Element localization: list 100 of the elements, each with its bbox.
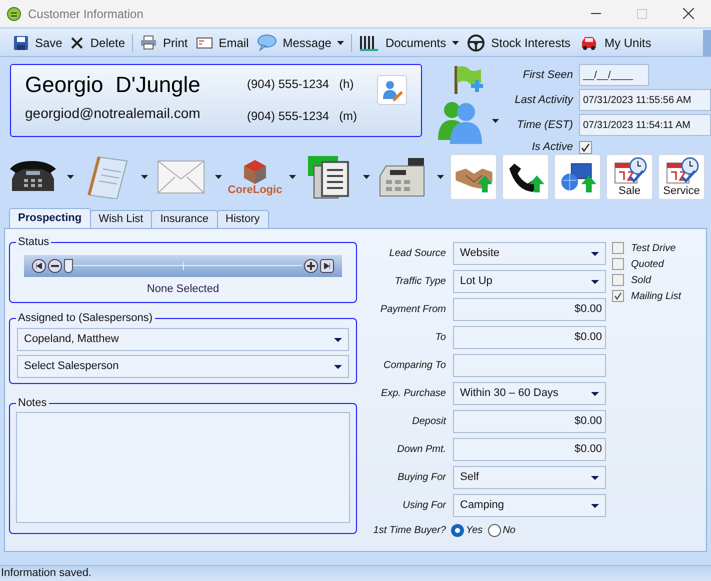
- toolbar-button[interactable]: Email: [192, 30, 252, 54]
- phone-number: (904) 555-1234: [247, 108, 330, 125]
- toolbar-button[interactable]: Documents: [356, 30, 462, 54]
- active-checkbox[interactable]: [579, 140, 592, 154]
- dropdown-field[interactable]: Within 30 – 60 Days: [453, 382, 606, 405]
- amount-field[interactable]: $0.00: [453, 298, 606, 321]
- field-label: Lead Source: [388, 247, 446, 261]
- field-label: 1st Time Buyer?: [372, 524, 446, 538]
- checkbox-label: Quoted: [631, 258, 664, 272]
- binder-icon: [359, 34, 380, 52]
- action-button[interactable]: [502, 154, 549, 200]
- tab[interactable]: History: [216, 210, 269, 228]
- caret-icon: [591, 504, 599, 508]
- group-title: Status: [16, 234, 52, 250]
- checkbox-label: Test Drive: [631, 242, 676, 256]
- radio-button[interactable]: [451, 524, 464, 537]
- checkbox[interactable]: [612, 242, 624, 254]
- action-button[interactable]: Service: [658, 154, 705, 200]
- salesperson-select[interactable]: Select Salesperson: [17, 355, 349, 378]
- caret-icon: [215, 175, 222, 179]
- radio-button[interactable]: [488, 524, 501, 537]
- checkbox-label: Mailing List: [631, 290, 682, 304]
- phone-number: (904) 555-1234: [247, 76, 330, 93]
- text-field[interactable]: [453, 354, 606, 377]
- app-logo-icon: [7, 6, 21, 20]
- date-field[interactable]: __/__/____: [579, 64, 649, 86]
- maximize-icon: [637, 8, 647, 18]
- notebook-icon: [85, 155, 129, 199]
- edit-contact-button[interactable]: [377, 75, 407, 105]
- dropdown-field[interactable]: Website: [453, 242, 606, 265]
- toolbar-button[interactable]: Print: [137, 30, 191, 54]
- first-icon: [36, 263, 42, 269]
- tab[interactable]: Wish List: [90, 210, 152, 228]
- toolbar-button[interactable]: Message: [254, 30, 348, 54]
- date-field[interactable]: 07/31/2023 11:55:56 AM: [579, 89, 711, 111]
- envelope-icon: [157, 160, 205, 194]
- tab[interactable]: Prospecting: [9, 208, 91, 228]
- amount-field[interactable]: $0.00: [453, 326, 606, 349]
- checkbox[interactable]: [612, 258, 624, 270]
- field-label: Buying For: [396, 471, 446, 485]
- caret-icon: [591, 280, 599, 284]
- radio-label: Yes: [466, 524, 483, 538]
- radio-label: No: [502, 524, 516, 538]
- action-button[interactable]: Sale: [606, 154, 653, 200]
- field-label: Down Pmt.: [396, 443, 446, 457]
- status-slider[interactable]: [24, 255, 342, 277]
- customer-email: georgiod@notrealemail.com: [25, 104, 202, 123]
- documents-icon: [306, 154, 352, 200]
- dropdown-field[interactable]: Lot Up: [453, 270, 606, 293]
- minimize-icon: [591, 13, 601, 14]
- caret-icon: [591, 252, 599, 256]
- amount-field[interactable]: $0.00: [453, 410, 606, 433]
- checkbox-label: Sold: [631, 274, 652, 288]
- caret-icon: [363, 175, 370, 179]
- calendar-clock-icon: [612, 157, 646, 185]
- slider-thumb[interactable]: [64, 259, 73, 273]
- caret-icon: [334, 338, 342, 342]
- caret-icon: [289, 175, 296, 179]
- calendar-clock-icon: [664, 157, 698, 185]
- close-icon: [682, 8, 694, 19]
- dropdown-field[interactable]: Camping: [453, 494, 606, 517]
- date-field[interactable]: 07/31/2023 11:54:11 AM: [579, 114, 711, 136]
- date-label: Time (EST): [516, 118, 573, 133]
- field-label: Exp. Purchase: [380, 387, 446, 401]
- field-label: Payment From: [379, 303, 446, 317]
- phone-type: (m): [339, 108, 358, 125]
- notes-field[interactable]: [16, 412, 350, 523]
- dropdown-field[interactable]: Self: [453, 466, 606, 489]
- window-title: Customer Information: [28, 6, 144, 22]
- field-label: Deposit: [411, 415, 446, 429]
- last-icon: [324, 263, 330, 269]
- action-button[interactable]: [554, 154, 601, 200]
- minus-icon: [51, 265, 59, 267]
- group-title: Assigned to (Salespersons): [16, 310, 155, 326]
- caret-icon: [141, 175, 148, 179]
- amount-field[interactable]: $0.00: [453, 438, 606, 461]
- speech-bubble-icon: [256, 34, 277, 51]
- checkbox[interactable]: [612, 274, 624, 286]
- toolbar-button[interactable]: Delete: [67, 30, 128, 54]
- field-label: Traffic Type: [394, 275, 446, 289]
- caret-icon: [334, 364, 342, 368]
- tab[interactable]: Insurance: [151, 210, 218, 228]
- toolbar-button[interactable]: Stock Interests: [464, 30, 574, 54]
- toolbar-button[interactable]: My Units: [576, 30, 654, 54]
- date-label: Last Activity: [514, 92, 573, 108]
- plus-icon: [307, 262, 315, 270]
- corelogic-logo: CoreLogic: [228, 158, 282, 196]
- date-label: First Seen: [522, 68, 573, 83]
- field-label: Using For: [402, 499, 446, 513]
- caret-icon: [67, 175, 74, 179]
- checkbox[interactable]: [612, 290, 624, 302]
- person-pencil-icon: [381, 79, 403, 101]
- steering-wheel-icon: [467, 34, 486, 52]
- field-label: To: [434, 331, 446, 345]
- salesperson-select[interactable]: Copeland, Matthew: [17, 328, 349, 351]
- printer-icon: [140, 35, 158, 50]
- toolbar-button[interactable]: Save: [10, 30, 66, 54]
- card-icon: [196, 36, 213, 48]
- caret-icon: [591, 392, 599, 396]
- save-icon: [13, 34, 29, 50]
